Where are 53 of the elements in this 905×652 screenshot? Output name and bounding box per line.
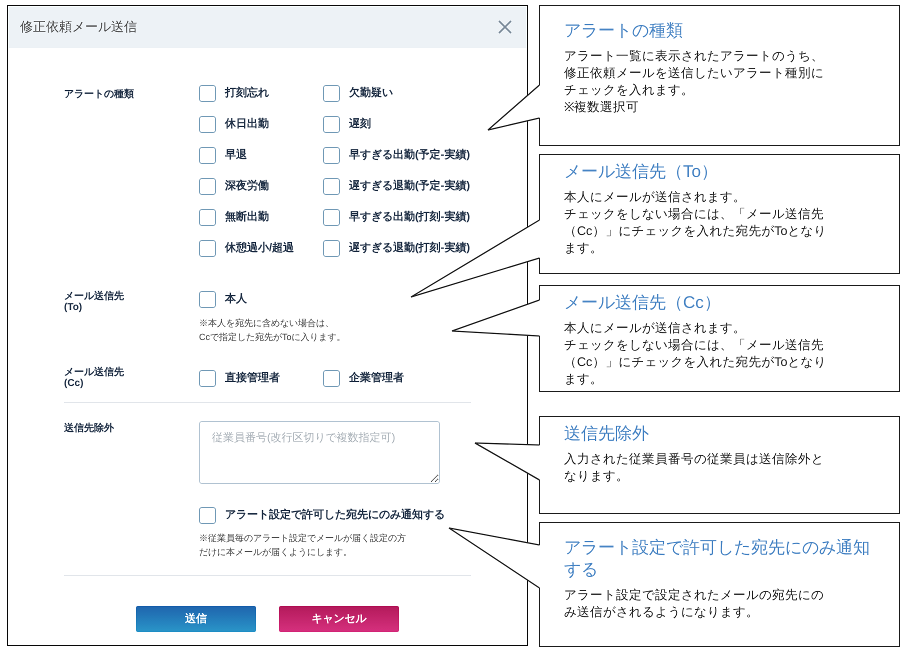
checkbox-label: 企業管理者 bbox=[349, 370, 404, 386]
checkbox[interactable] bbox=[323, 370, 340, 386]
field-label: メール送信先 (Cc) bbox=[64, 367, 125, 389]
dialog-title: 修正依頼メール送信 bbox=[20, 18, 137, 36]
checkbox[interactable] bbox=[323, 147, 340, 164]
callout-text: アラート設定で設定されたメールの宛先にの み送信がされるようになります。 bbox=[564, 587, 825, 621]
note-text: ※従業員毎のアラート設定でメールが届く設定の方 だけに本メールが届くようにします。 bbox=[199, 532, 407, 559]
checkbox-label: 直接管理者 bbox=[225, 370, 280, 386]
checkbox[interactable] bbox=[323, 116, 340, 133]
checkbox[interactable] bbox=[323, 240, 340, 257]
callout-text: 入力された従業員番号の従業員は送信除外と なります。 bbox=[564, 451, 825, 485]
checkbox-label: 打刻忘れ bbox=[225, 85, 269, 102]
checkbox-label: 遅刻 bbox=[349, 116, 371, 132]
checkbox[interactable] bbox=[323, 209, 340, 226]
checkbox[interactable] bbox=[323, 178, 340, 195]
cancel-button[interactable]: キャンセル bbox=[279, 606, 399, 632]
text-area[interactable]: 従業員番号(改行区切りで複数指定可) bbox=[199, 421, 440, 484]
callout-text: 本人にメールが送信されます。 チェックをしない場合には、「メール送信先 （Cc）」にチェックを入れた宛先がToとなり ます。 bbox=[564, 320, 828, 388]
checkbox[interactable] bbox=[199, 291, 216, 308]
field-label: 送信先除外 bbox=[64, 422, 115, 436]
callout-title: メール送信先（Cc） bbox=[564, 292, 722, 314]
checkbox-label: 遅すぎる退勤(予定-実績) bbox=[349, 178, 470, 194]
callout-text: アラート一覧に表示されたアラートのうち、 修正依頼メールを送信したいアラート種別に チェックを入れます。 ※複数選択可 bbox=[564, 48, 825, 116]
checkbox[interactable] bbox=[199, 370, 216, 386]
checkbox-label: 早すぎる出勤(打刻-実績) bbox=[349, 210, 470, 226]
checkbox[interactable] bbox=[199, 178, 216, 195]
checkbox-label: 本人 bbox=[225, 292, 247, 308]
note-text: ※本人を宛先に含めない場合は、 Ccで指定した宛先がToに入ります。 bbox=[199, 317, 346, 344]
checkbox[interactable] bbox=[199, 116, 216, 133]
checkbox-label: 早すぎる出勤(予定-実績) bbox=[349, 148, 470, 164]
checkbox[interactable] bbox=[199, 147, 216, 164]
checkbox-label: 早退 bbox=[225, 148, 247, 164]
checkbox[interactable] bbox=[199, 507, 216, 524]
callout-text: 本人にメールが送信されます。 チェックをしない場合には、「メール送信先 （Cc）」にチェックを入れた宛先がToとなり ます。 bbox=[564, 189, 828, 257]
checkbox-label: 欠勤疑い bbox=[349, 86, 393, 102]
checkbox-label: 遅すぎる退勤(打刻-実績) bbox=[349, 240, 470, 256]
checkbox-label: 休日出勤 bbox=[225, 116, 269, 132]
callout-title: 送信先除外 bbox=[564, 423, 650, 445]
checkbox[interactable] bbox=[199, 209, 216, 226]
checkbox-label: 無断出勤 bbox=[225, 210, 269, 226]
field-label: アラートの種類 bbox=[64, 88, 135, 102]
callout-title: アラート設定で許可した宛先にのみ通知する bbox=[564, 537, 871, 581]
checkbox[interactable] bbox=[199, 85, 216, 102]
checkbox-label: 休憩過小/超過 bbox=[225, 240, 294, 256]
callout-title: メール送信先（To） bbox=[564, 161, 719, 183]
checkbox-label: 深夜労働 bbox=[225, 178, 269, 194]
checkbox[interactable] bbox=[323, 85, 340, 102]
checkbox-label: アラート設定で許可した宛先にのみ通知する bbox=[225, 508, 445, 524]
field-label: メール送信先 (To) bbox=[64, 291, 125, 313]
close-button[interactable] bbox=[497, 19, 513, 35]
checkbox[interactable] bbox=[199, 240, 216, 257]
callout-title: アラートの種類 bbox=[564, 20, 684, 42]
send-button[interactable]: 送信 bbox=[136, 606, 256, 632]
